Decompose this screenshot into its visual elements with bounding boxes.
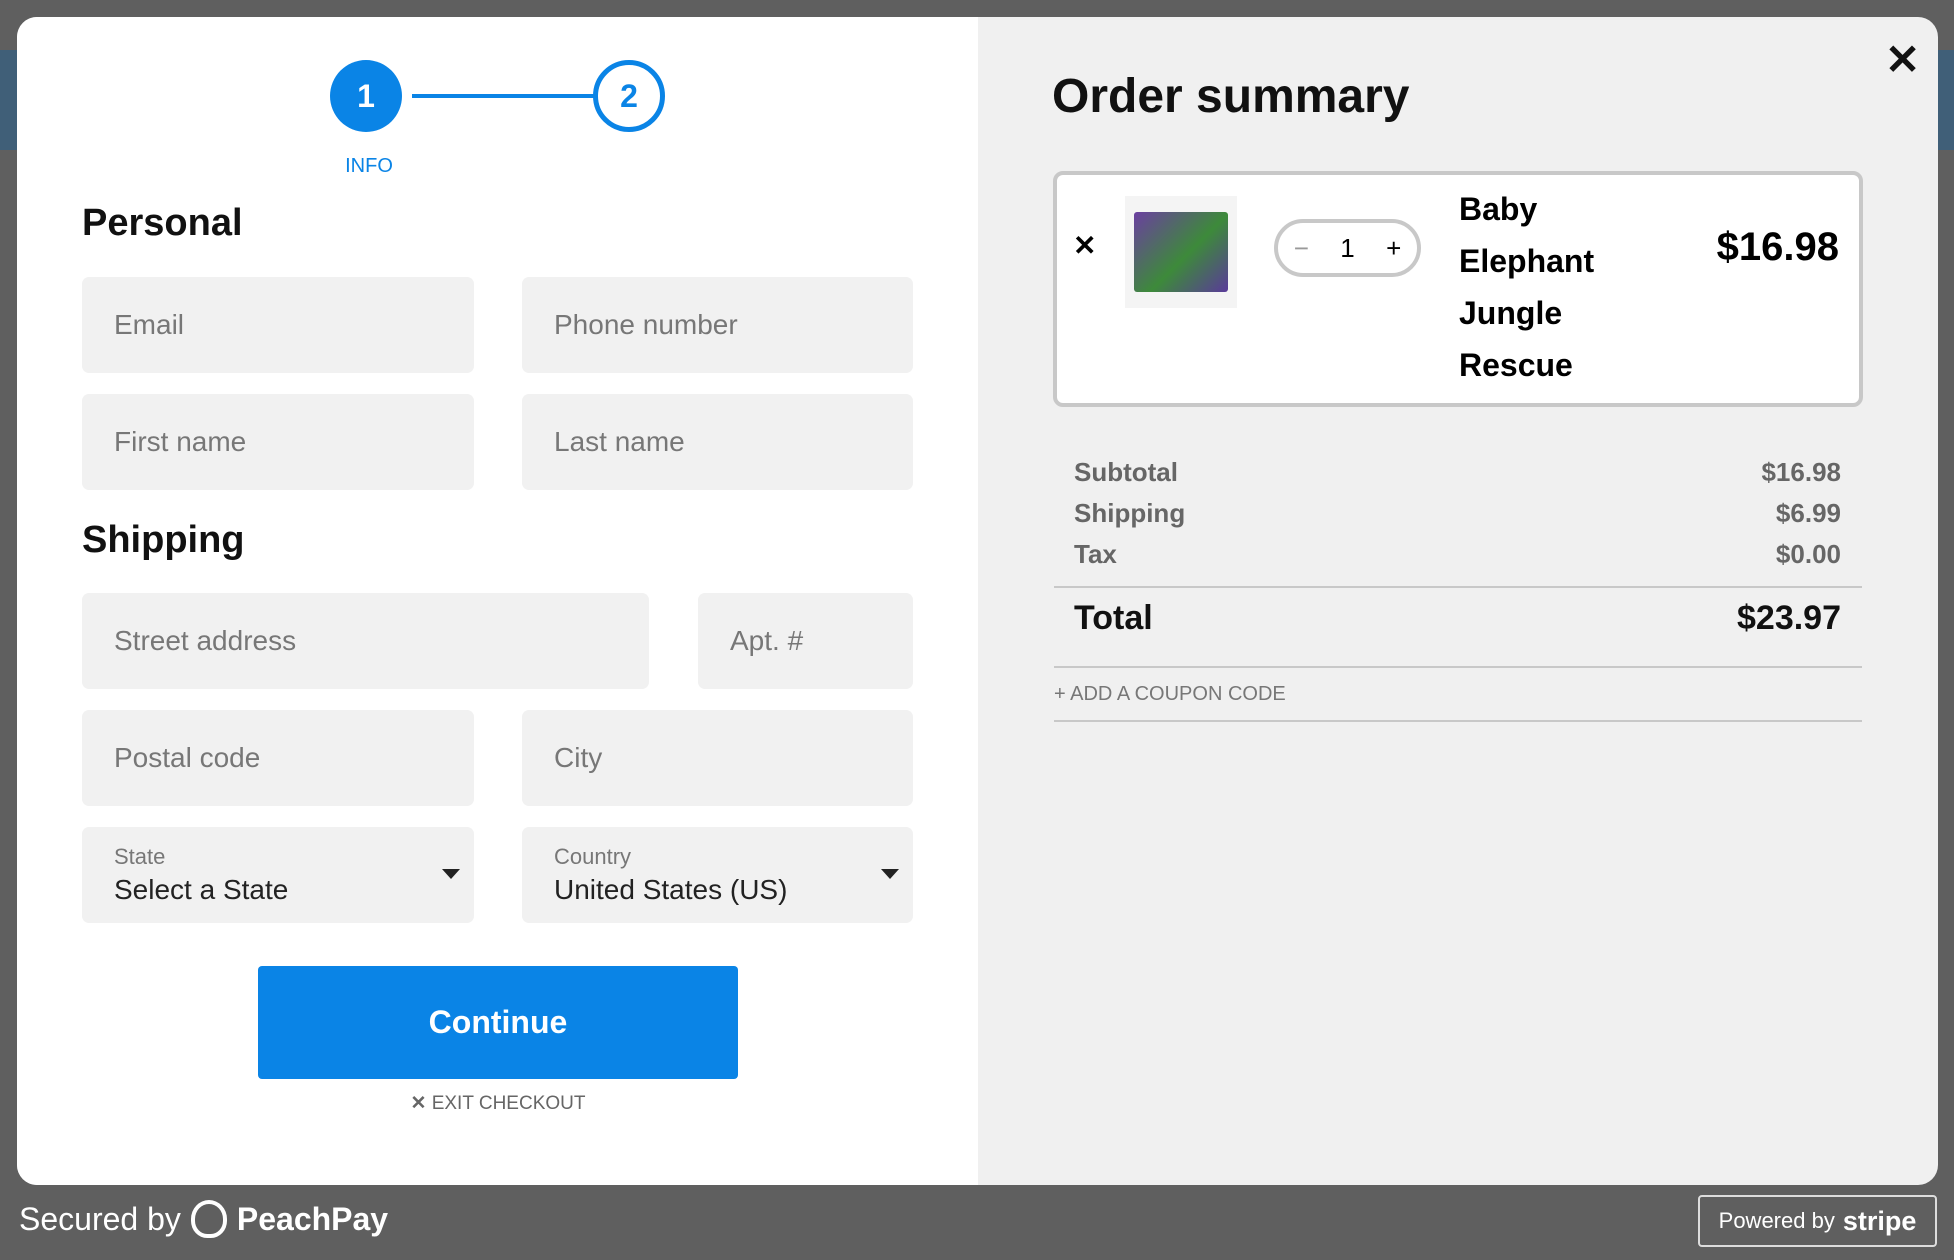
checkout-modal: 1 2 INFO Personal Email Phone number Fir… xyxy=(17,17,1938,1185)
email-input[interactable]: Email xyxy=(82,277,474,373)
personal-heading: Personal xyxy=(82,202,243,244)
peachpay-logo-icon xyxy=(190,1200,227,1238)
remove-item-button[interactable]: ✕ xyxy=(1073,229,1096,262)
product-image xyxy=(1125,196,1237,308)
exit-checkout-link[interactable]: ✕ EXIT CHECKOUT xyxy=(298,1092,698,1115)
subtotal-row: Subtotal $16.98 xyxy=(1074,457,1841,487)
divider xyxy=(1054,586,1862,588)
divider xyxy=(1054,720,1862,722)
product-name: Baby Elephant Jungle Rescue xyxy=(1459,191,1595,383)
state-label: State xyxy=(114,844,166,869)
info-panel: 1 2 INFO Personal Email Phone number Fir… xyxy=(17,17,978,1185)
shipping-row: Shipping $6.99 xyxy=(1074,498,1841,528)
close-icon: ✕ xyxy=(410,1093,432,1114)
country-value: United States (US) xyxy=(554,874,788,905)
state-value: Select a State xyxy=(114,874,289,905)
last-name-input[interactable]: Last name xyxy=(522,394,913,490)
cart-item: ✕ − 1 + Baby Elephant Jungle Rescue $16.98 xyxy=(1053,171,1863,407)
totals: Subtotal $16.98 Shipping $6.99 Tax $0.00 xyxy=(1074,452,1841,575)
step-1-label: INFO xyxy=(345,155,393,177)
item-price: $16.98 xyxy=(1716,225,1839,269)
caret-down-icon xyxy=(442,869,460,879)
apt-input[interactable]: Apt. # xyxy=(698,593,913,689)
country-select[interactable]: Country United States (US) xyxy=(522,827,913,923)
background-strip xyxy=(1938,50,1954,150)
exit-checkout-label: EXIT CHECKOUT xyxy=(431,1093,586,1114)
background-strip xyxy=(0,50,17,150)
first-name-input[interactable]: First name xyxy=(82,394,474,490)
continue-button[interactable]: Continue xyxy=(258,966,738,1079)
stripe-logo: stripe xyxy=(1842,1205,1917,1236)
state-select[interactable]: State Select a State xyxy=(82,827,474,923)
street-input[interactable]: Street address xyxy=(82,593,649,689)
city-input[interactable]: City xyxy=(522,710,913,806)
caret-down-icon xyxy=(881,869,899,879)
close-modal-button[interactable]: ✕ xyxy=(1885,35,1920,84)
quantity-value: 1 xyxy=(1340,232,1355,263)
add-coupon-link[interactable]: + ADD A COUPON CODE xyxy=(1054,683,1286,706)
step-2[interactable]: 2 xyxy=(593,60,665,132)
shipping-heading: Shipping xyxy=(82,519,245,561)
step-1[interactable]: 1 xyxy=(330,60,402,132)
total-row: Total $23.97 xyxy=(1074,599,1841,637)
powered-by-label: Powered by xyxy=(1718,1208,1835,1233)
divider xyxy=(1054,666,1862,668)
secured-by-label: Secured by xyxy=(19,1200,181,1237)
secured-by-peachpay: Secured by PeachPay xyxy=(19,1200,388,1238)
quantity-stepper[interactable]: − 1 + xyxy=(1274,219,1421,277)
order-summary-heading: Order summary xyxy=(1052,70,1410,123)
peachpay-logo: PeachPay xyxy=(236,1200,389,1237)
phone-input[interactable]: Phone number xyxy=(522,277,913,373)
plus-icon[interactable]: + xyxy=(1386,233,1401,264)
minus-icon[interactable]: − xyxy=(1294,233,1309,264)
country-label: Country xyxy=(554,844,632,869)
postal-code-input[interactable]: Postal code xyxy=(82,710,474,806)
tax-row: Tax $0.00 xyxy=(1074,539,1841,569)
powered-by-stripe-badge[interactable]: Powered by stripe xyxy=(1698,1195,1937,1247)
